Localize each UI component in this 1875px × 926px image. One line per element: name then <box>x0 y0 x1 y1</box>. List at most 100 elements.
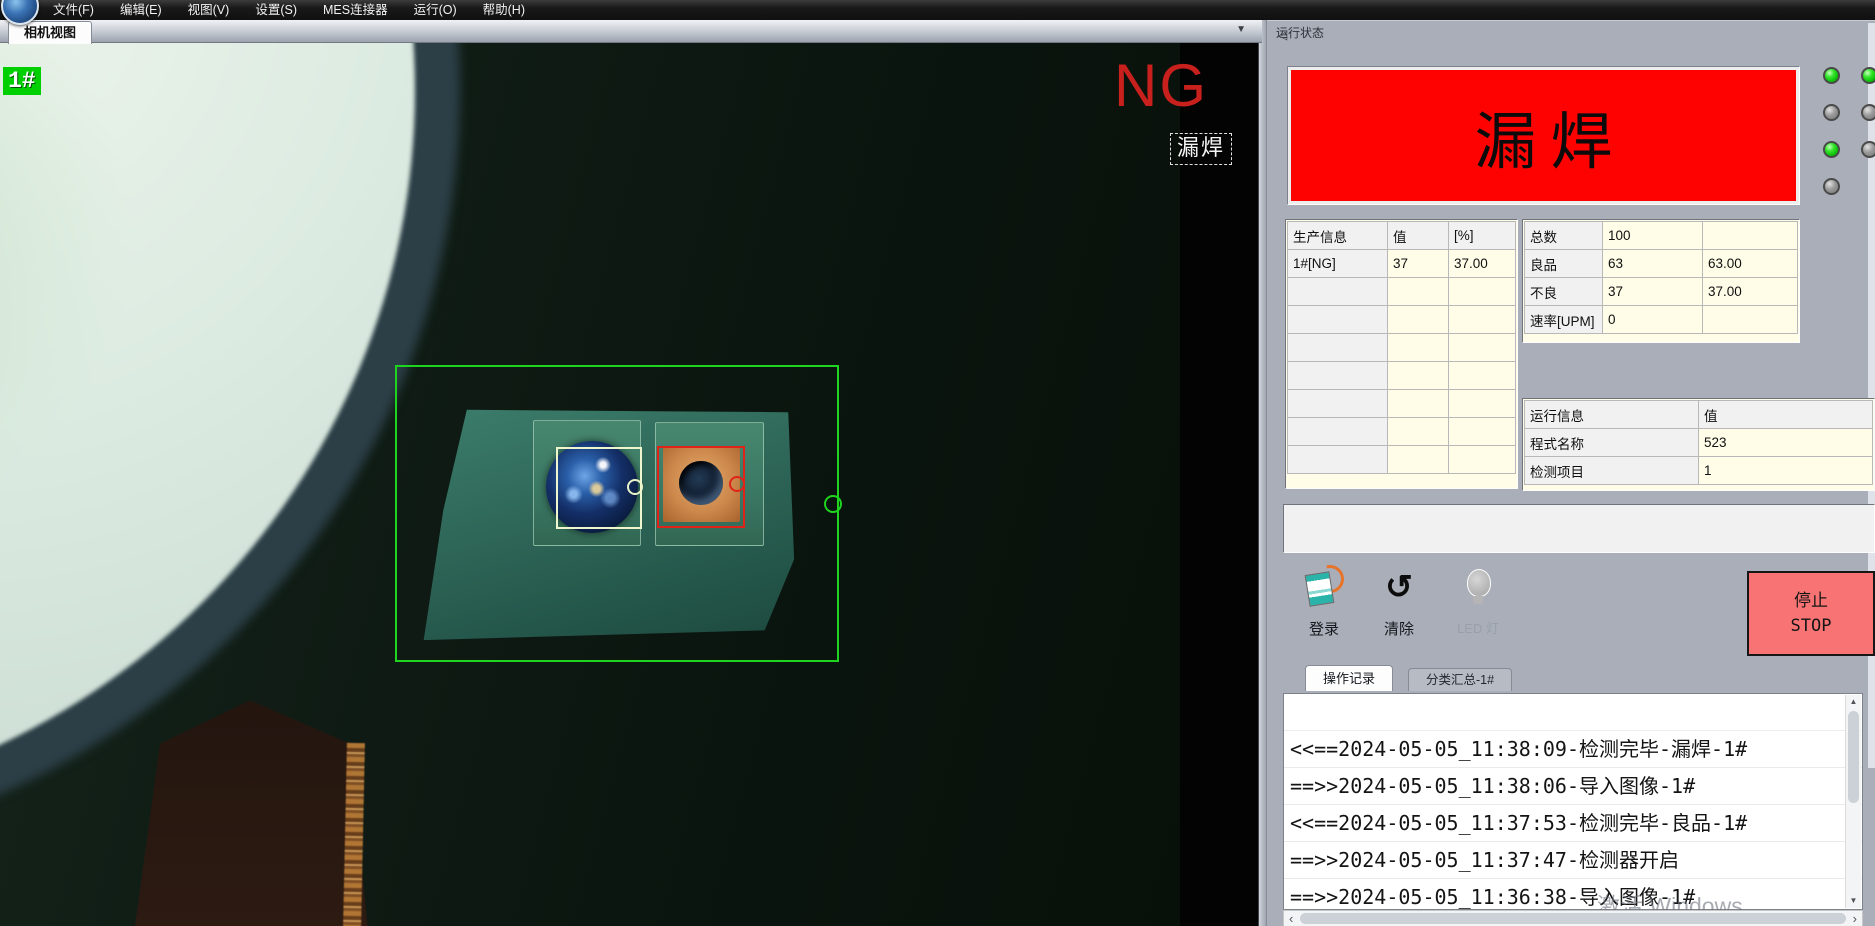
scrollbar-thumb[interactable] <box>1848 711 1859 803</box>
table-row: 1#[NG] 37 37.00 <box>1288 250 1516 278</box>
scrollbar-thumb[interactable] <box>1300 913 1846 924</box>
scroll-up-icon[interactable]: ▲ <box>1846 695 1861 709</box>
log-vertical-scrollbar[interactable]: ▲ ▼ <box>1845 695 1861 908</box>
status-led <box>1861 67 1875 84</box>
row-label-cell: 检测项目 <box>1525 457 1699 485</box>
menu-item[interactable]: 文件(F) <box>40 0 107 20</box>
row-label-cell <box>1288 278 1388 306</box>
row-label-cell <box>1288 334 1388 362</box>
menu-item[interactable]: 视图(V) <box>175 0 243 20</box>
login-button[interactable]: 登录 <box>1295 567 1353 639</box>
percent-cell <box>1449 334 1516 362</box>
header-cell: [%] <box>1449 222 1516 250</box>
status-led <box>1823 67 1840 84</box>
led-light-button[interactable]: LED 灯 <box>1449 567 1507 637</box>
log-spacer <box>1284 694 1862 731</box>
scroll-left-icon[interactable]: ‹ <box>1289 911 1293 926</box>
tab-scroll-left-icon[interactable]: ◁ <box>1278 28 1287 42</box>
result-banner: 漏焊 <box>1291 70 1796 201</box>
percent-cell <box>1449 418 1516 446</box>
status-led <box>1861 104 1875 121</box>
stop-button[interactable]: 停止 STOP <box>1747 571 1875 656</box>
status-led <box>1823 104 1840 121</box>
table-row: 总数 100 <box>1525 222 1798 250</box>
percent-cell: 37.00 <box>1703 278 1798 306</box>
log-entry: ==>>2024-05-05_11:37:47-检测器开启 <box>1284 842 1862 879</box>
row-label-cell: 不良 <box>1525 278 1603 306</box>
log-tab[interactable]: 分类汇总-1# <box>1408 668 1512 691</box>
scroll-right-icon[interactable]: › <box>1853 911 1857 926</box>
aoi-inspection-app: 文件(F)编辑(E)视图(V)设置(S)MES连接器运行(O)帮助(H) 相机视… <box>0 0 1875 926</box>
status-panel: 运行状态 漏焊 生产信息值[%] <box>1267 20 1875 926</box>
flex-cable-edge <box>343 743 365 926</box>
menu-bar: 文件(F)编辑(E)视图(V)设置(S)MES连接器运行(O)帮助(H) <box>0 0 1875 20</box>
percent-cell: 37.00 <box>1449 250 1516 278</box>
header-cell: 值 <box>1699 401 1873 429</box>
row-label-cell <box>1288 446 1388 474</box>
scroll-down-icon[interactable]: ▼ <box>1846 894 1861 908</box>
status-led <box>1823 141 1840 158</box>
header-cell: 生产信息 <box>1288 222 1388 250</box>
row-label-cell <box>1288 306 1388 334</box>
value-cell: 100 <box>1603 222 1703 250</box>
run-info-header: 运行信息值 <box>1525 401 1873 429</box>
bulb-icon <box>1466 567 1490 609</box>
panel-splitter[interactable] <box>1258 20 1267 926</box>
value-cell: 37 <box>1388 250 1449 278</box>
log-horizontal-scrollbar[interactable]: ‹ › <box>1283 910 1863 926</box>
camera-id-badge: 1# <box>3 67 41 95</box>
menu-item[interactable]: 帮助(H) <box>470 0 538 20</box>
percent-cell <box>1703 222 1798 250</box>
menu-item[interactable]: 编辑(E) <box>107 0 175 20</box>
result-banner-text: 漏焊 <box>1460 91 1626 181</box>
camera-viewport: 1# NG 漏焊 <box>0 43 1258 926</box>
value-cell <box>1388 362 1449 390</box>
table-row <box>1288 306 1516 334</box>
percent-cell <box>1449 362 1516 390</box>
log-tab[interactable]: 操作记录 <box>1305 665 1393 691</box>
stats-table: 总数 100 良品 63 63.00 不良 37 <box>1524 221 1798 334</box>
value-cell <box>1388 390 1449 418</box>
log-entry: ==>>2024-05-05_11:38:06-导入图像-1# <box>1284 768 1862 805</box>
run-info-table-frame: 运行信息值 程式名称 523 检测项目 1 <box>1522 398 1875 491</box>
percent-cell <box>1449 446 1516 474</box>
row-label-cell: 速率[UPM] <box>1525 306 1603 334</box>
value-cell <box>1388 278 1449 306</box>
defect-label: 漏焊 <box>1170 133 1232 165</box>
menu-item[interactable]: 运行(O) <box>401 0 470 20</box>
value-cell: 1 <box>1699 457 1873 485</box>
value-cell <box>1388 418 1449 446</box>
row-label-cell: 1#[NG] <box>1288 250 1388 278</box>
percent-cell <box>1449 278 1516 306</box>
table-row: 良品 63 63.00 <box>1525 250 1798 278</box>
log-entry: <<==2024-05-05_11:37:53-检测完毕-良品-1# <box>1284 805 1862 842</box>
menu-item[interactable]: MES连接器 <box>310 0 401 20</box>
clear-icon: ↺ <box>1373 567 1425 609</box>
table-row: 程式名称 523 <box>1525 429 1873 457</box>
value-cell: 63 <box>1603 250 1703 278</box>
stop-button-label-cn: 停止 <box>1794 589 1828 614</box>
table-row: 不良 37 37.00 <box>1525 278 1798 306</box>
led-indicator-column-1 <box>1823 67 1840 195</box>
percent-cell <box>1703 306 1798 334</box>
header-cell: 值 <box>1388 222 1449 250</box>
status-led <box>1823 178 1840 195</box>
header-cell: 运行信息 <box>1525 401 1699 429</box>
roi-rectangle[interactable] <box>395 365 839 662</box>
result-banner-frame: 漏焊 <box>1287 66 1800 205</box>
camera-image <box>0 43 1180 926</box>
tab-list-dropdown-icon[interactable]: ▼ <box>1236 24 1246 35</box>
row-label-cell <box>1288 390 1388 418</box>
row-label-cell: 总数 <box>1525 222 1603 250</box>
row-label-cell <box>1288 418 1388 446</box>
percent-cell <box>1449 390 1516 418</box>
value-cell <box>1388 306 1449 334</box>
percent-cell <box>1449 306 1516 334</box>
table-row <box>1288 278 1516 306</box>
menu-item[interactable]: 设置(S) <box>242 0 310 20</box>
roi-handle[interactable] <box>824 495 842 513</box>
percent-cell: 63.00 <box>1703 250 1798 278</box>
clear-button[interactable]: ↺ 清除 <box>1373 567 1425 639</box>
table-row <box>1288 390 1516 418</box>
message-box <box>1283 504 1875 553</box>
